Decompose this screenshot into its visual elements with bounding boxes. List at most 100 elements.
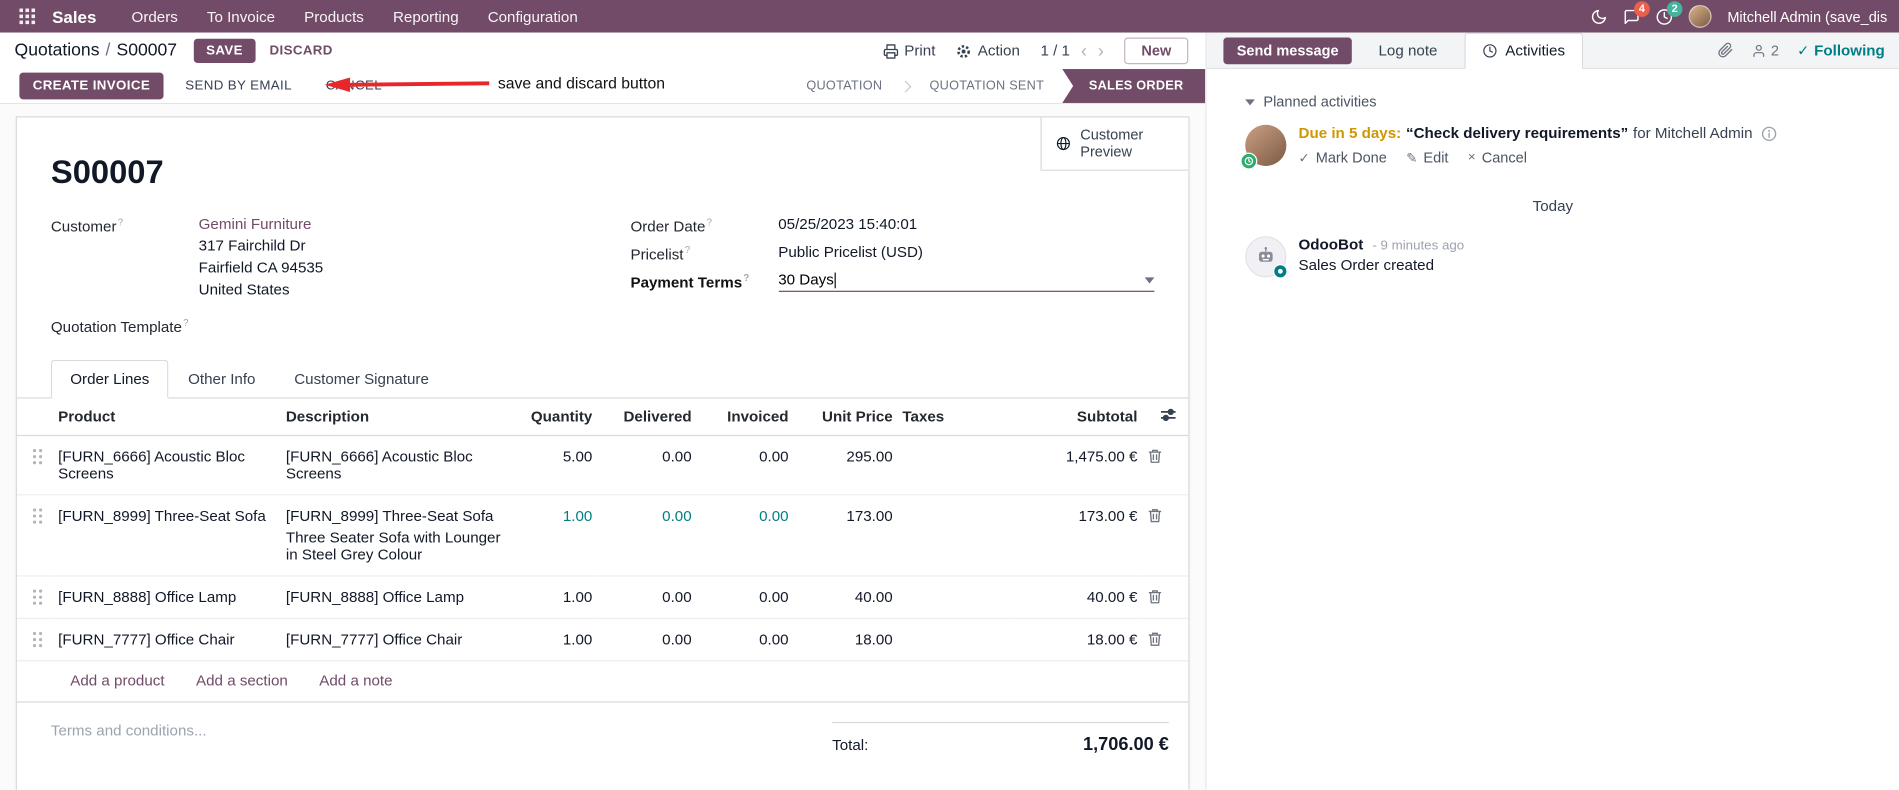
tab-order-lines[interactable]: Order Lines xyxy=(50,359,169,399)
cell-delivered[interactable]: 0.00 xyxy=(597,576,697,620)
cell-product[interactable]: [FURN_8999] Three-Seat Sofa xyxy=(53,495,282,577)
drag-handle-icon[interactable] xyxy=(16,435,54,496)
cell-quantity[interactable]: 1.00 xyxy=(509,576,598,620)
new-button[interactable]: New xyxy=(1124,37,1189,65)
header-taxes[interactable]: Taxes xyxy=(897,398,1014,437)
delete-line-button[interactable] xyxy=(1142,495,1189,577)
cell-delivered[interactable]: 0.00 xyxy=(597,618,697,662)
cell-taxes[interactable] xyxy=(897,576,1014,620)
cell-invoiced[interactable]: 0.00 xyxy=(696,495,794,577)
pricelist-value[interactable]: Public Pricelist (USD) xyxy=(778,244,1154,261)
quotation-template-field[interactable]: Quotation Template? xyxy=(51,316,575,335)
breadcrumb-separator: / xyxy=(105,41,111,61)
cell-product[interactable]: [FURN_6666] Acoustic Bloc Screens xyxy=(53,435,282,496)
messages-icon[interactable]: 4 xyxy=(1623,0,1650,25)
menu-configuration[interactable]: Configuration xyxy=(474,2,591,31)
delete-line-button[interactable] xyxy=(1142,576,1189,620)
column-options-icon[interactable] xyxy=(1160,407,1176,423)
cell-unit-price[interactable]: 40.00 xyxy=(793,576,898,620)
order-date-value[interactable]: 05/25/2023 15:40:01 xyxy=(778,216,1154,233)
drag-handle-icon[interactable] xyxy=(16,618,54,662)
chevron-down-icon[interactable] xyxy=(1144,277,1155,284)
message-author[interactable]: OdooBot xyxy=(1299,236,1364,253)
cell-delivered[interactable]: 0.00 xyxy=(597,435,697,496)
cell-quantity[interactable]: 1.00 xyxy=(509,618,598,662)
save-button[interactable]: SAVE xyxy=(194,38,255,63)
cell-quantity[interactable]: 5.00 xyxy=(509,435,598,496)
menu-orders[interactable]: Orders xyxy=(118,2,191,31)
header-quantity[interactable]: Quantity xyxy=(509,398,598,437)
terms-placeholder[interactable]: Terms and conditions... xyxy=(17,722,832,755)
stage-sales-order[interactable]: SALES ORDER xyxy=(1062,69,1206,103)
header-invoiced[interactable]: Invoiced xyxy=(696,398,794,437)
cell-unit-price[interactable]: 173.00 xyxy=(793,495,898,577)
apps-grid-icon[interactable] xyxy=(12,8,42,25)
discard-button[interactable]: DISCARD xyxy=(260,39,343,63)
menu-products[interactable]: Products xyxy=(291,2,377,31)
cell-product[interactable]: [FURN_8888] Office Lamp xyxy=(53,576,282,620)
log-note-button[interactable]: Log note xyxy=(1371,41,1444,60)
delete-line-button[interactable] xyxy=(1142,435,1189,496)
activities-clock-icon[interactable]: 2 xyxy=(1656,0,1683,25)
send-message-button[interactable]: Send message xyxy=(1223,36,1352,64)
cell-taxes[interactable] xyxy=(897,435,1014,496)
pager-next-icon[interactable]: › xyxy=(1098,42,1104,60)
delete-line-button[interactable] xyxy=(1142,618,1189,662)
header-delivered[interactable]: Delivered xyxy=(597,398,697,437)
cell-description[interactable]: [FURN_8888] Office Lamp xyxy=(281,576,510,620)
header-unit-price[interactable]: Unit Price xyxy=(793,398,898,437)
pager-previous-icon[interactable]: ‹ xyxy=(1081,42,1087,60)
message-content: OdooBot - 9 minutes ago Sales Order crea… xyxy=(1299,236,1465,277)
cell-invoiced[interactable]: 0.00 xyxy=(696,435,794,496)
header-description[interactable]: Description xyxy=(281,398,510,437)
cancel-activity-button[interactable]: × Cancel xyxy=(1468,149,1527,166)
cell-unit-price[interactable]: 295.00 xyxy=(793,435,898,496)
add-note-link[interactable]: Add a note xyxy=(319,672,392,689)
mark-done-button[interactable]: ✓ Mark Done xyxy=(1299,149,1387,166)
menu-to-invoice[interactable]: To Invoice xyxy=(194,2,289,31)
add-product-link[interactable]: Add a product xyxy=(70,672,164,689)
cell-description[interactable]: [FURN_8999] Three-Seat Sofa Three Seater… xyxy=(281,495,510,577)
create-invoice-button[interactable]: CREATE INVOICE xyxy=(19,72,164,100)
cell-quantity[interactable]: 1.00 xyxy=(509,495,598,577)
stage-quotation-sent[interactable]: QUOTATION SENT xyxy=(911,69,1062,103)
cell-invoiced[interactable]: 0.00 xyxy=(696,618,794,662)
planned-activities-toggle[interactable]: Planned activities xyxy=(1245,93,1880,110)
tab-other-info[interactable]: Other Info xyxy=(169,360,275,399)
send-by-email-button[interactable]: SEND BY EMAIL xyxy=(173,73,304,100)
edit-activity-button[interactable]: ✎ Edit xyxy=(1406,149,1448,166)
activities-tab[interactable]: Activities xyxy=(1464,32,1584,70)
attachments-button[interactable] xyxy=(1718,42,1734,58)
cell-description[interactable]: [FURN_7777] Office Chair xyxy=(281,618,510,662)
action-button[interactable]: Action xyxy=(956,42,1020,59)
stage-quotation[interactable]: QUOTATION xyxy=(788,69,900,103)
user-menu[interactable] xyxy=(1688,4,1712,28)
drag-handle-icon[interactable] xyxy=(16,576,54,620)
payment-terms-input[interactable]: 30 Days xyxy=(778,272,1155,293)
cell-taxes[interactable] xyxy=(897,495,1014,577)
breadcrumb-quotations[interactable]: Quotations xyxy=(15,41,100,60)
cell-taxes[interactable] xyxy=(897,618,1014,662)
user-name[interactable]: Mitchell Admin (save_discar xyxy=(1727,8,1887,25)
cancel-button[interactable]: CANCEL xyxy=(314,73,394,100)
cell-invoiced[interactable]: 0.00 xyxy=(696,576,794,620)
header-subtotal[interactable]: Subtotal xyxy=(1013,398,1143,437)
moon-icon[interactable] xyxy=(1590,8,1607,25)
app-name[interactable]: Sales xyxy=(52,7,96,26)
customer-link[interactable]: Gemini Furniture xyxy=(199,216,312,233)
header-product[interactable]: Product xyxy=(53,398,282,437)
drag-handle-icon[interactable] xyxy=(16,495,54,577)
menu-reporting[interactable]: Reporting xyxy=(380,2,472,31)
cell-delivered[interactable]: 0.00 xyxy=(597,495,697,577)
add-section-link[interactable]: Add a section xyxy=(196,672,288,689)
cell-product[interactable]: [FURN_7777] Office Chair xyxy=(53,618,282,662)
info-icon[interactable] xyxy=(1761,125,1777,141)
print-button[interactable]: Print xyxy=(882,42,935,59)
cell-unit-price[interactable]: 18.00 xyxy=(793,618,898,662)
customer-preview-button[interactable]: Customer Preview xyxy=(1040,117,1189,171)
following-button[interactable]: ✓ Following xyxy=(1797,42,1885,59)
followers-button[interactable]: 2 xyxy=(1751,42,1779,59)
cell-description[interactable]: [FURN_6666] Acoustic Bloc Screens xyxy=(281,435,510,496)
followers-icon xyxy=(1753,44,1765,57)
tab-customer-signature[interactable]: Customer Signature xyxy=(275,360,448,399)
